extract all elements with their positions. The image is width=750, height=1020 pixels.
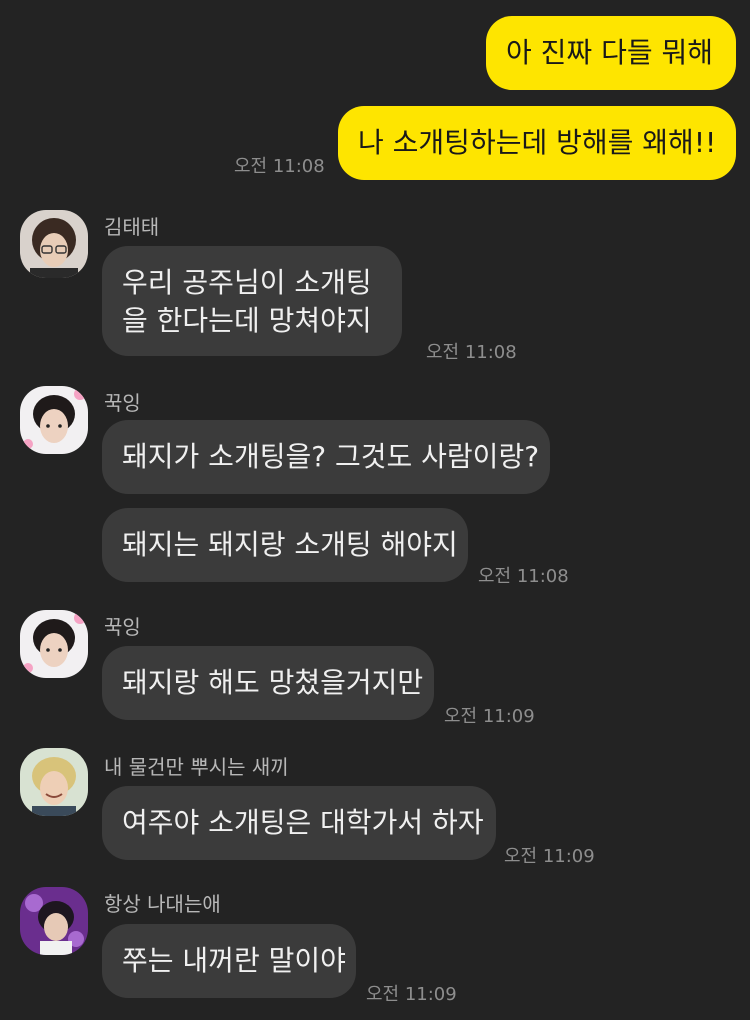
message-timestamp: 오전 11:09 (504, 846, 595, 867)
incoming-message-bubble[interactable]: 쭈는 내꺼란 말이야 (102, 924, 356, 998)
message-timestamp: 오전 11:08 (478, 566, 569, 587)
incoming-message-bubble[interactable]: 돼지는 돼지랑 소개팅 해야지 (102, 508, 468, 582)
avatar[interactable] (20, 610, 88, 678)
avatar[interactable] (20, 386, 88, 454)
profile-photo-icon (20, 748, 88, 816)
sender-name: 꾹잉 (104, 391, 141, 415)
incoming-message-bubble[interactable]: 돼지랑 해도 망쳤을거지만 (102, 646, 434, 720)
incoming-message-bubble[interactable]: 돼지가 소개팅을? 그것도 사람이랑? (102, 420, 550, 494)
message-timestamp: 오전 11:09 (366, 984, 457, 1005)
sender-name: 항상 나대는애 (104, 892, 221, 916)
sender-name: 김태태 (104, 215, 160, 239)
avatar[interactable] (20, 748, 88, 816)
outgoing-message-bubble[interactable]: 아 진짜 다들 뭐해 (486, 16, 736, 90)
profile-photo-icon (20, 210, 88, 278)
avatar[interactable] (20, 887, 88, 955)
incoming-message-bubble[interactable]: 여주야 소개팅은 대학가서 하자 (102, 786, 496, 860)
message-timestamp: 오전 11:08 (234, 156, 325, 177)
sender-name: 내 물건만 뿌시는 새끼 (104, 755, 289, 779)
profile-photo-icon (20, 887, 88, 955)
message-timestamp: 오전 11:09 (444, 706, 535, 727)
profile-photo-icon (20, 386, 88, 454)
avatar[interactable] (20, 210, 88, 278)
profile-photo-icon (20, 610, 88, 678)
sender-name: 꾹잉 (104, 615, 141, 639)
incoming-message-bubble[interactable]: 우리 공주님이 소개팅을 한다는데 망쳐야지 (102, 246, 402, 356)
outgoing-message-bubble[interactable]: 나 소개팅하는데 방해를 왜해!! (338, 106, 736, 180)
message-timestamp: 오전 11:08 (426, 342, 517, 363)
